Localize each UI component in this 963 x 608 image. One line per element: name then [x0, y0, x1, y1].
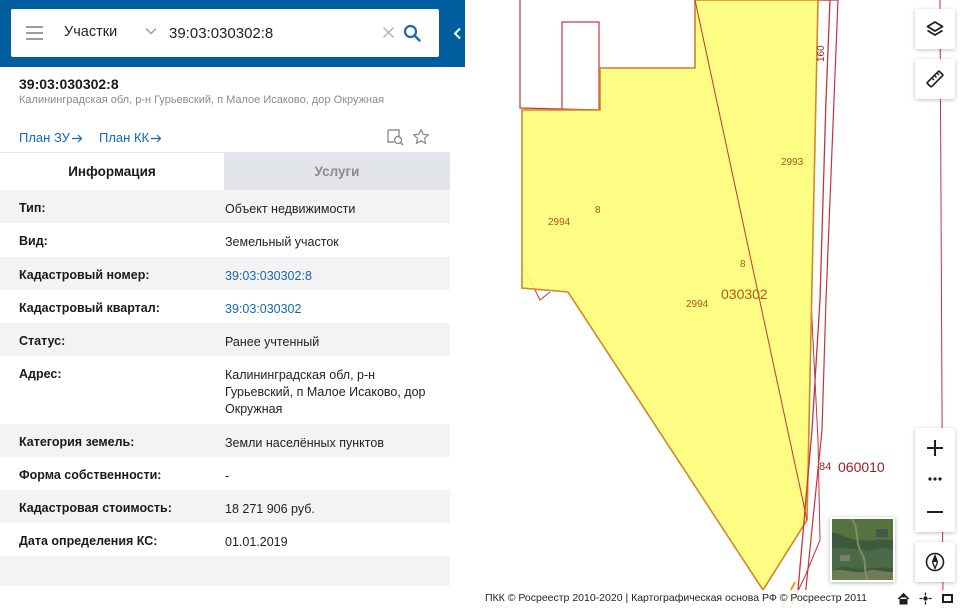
ruler-icon [926, 70, 944, 88]
info-row-ownership: Форма собственности: - [0, 457, 450, 490]
compass-button[interactable] [915, 542, 955, 582]
panel-collapse-button[interactable] [450, 0, 465, 67]
info-label: Кадастровая стоимость: [19, 501, 172, 515]
search-bar: Участки [11, 9, 439, 57]
zoom-in-button[interactable] [915, 428, 955, 468]
satellite-thumbnail [832, 519, 893, 580]
search-input[interactable] [169, 21, 377, 45]
compass-icon [925, 552, 945, 572]
locate-icon[interactable] [919, 592, 932, 605]
info-label: Адрес: [19, 367, 62, 381]
info-label: Вид: [19, 234, 48, 248]
parcel-label-2994: 2994 [548, 217, 571, 228]
arrow-right-icon [151, 134, 162, 143]
tab-services[interactable]: Услуги [224, 153, 450, 191]
zoom-controls [915, 428, 955, 532]
more-icon [928, 477, 942, 481]
object-title: 39:03:030302:8 [19, 76, 119, 92]
layers-icon [926, 21, 944, 36]
selected-parcel [521, 0, 819, 592]
plan-kk-link[interactable]: План КК [99, 130, 162, 145]
info-value: Земельный участок [225, 235, 339, 249]
info-value: Объект недвижимости [225, 202, 356, 216]
chevron-down-icon[interactable] [145, 26, 157, 36]
find-on-map-icon[interactable] [386, 128, 404, 146]
home-icon[interactable] [897, 592, 910, 605]
info-value: - [225, 469, 230, 483]
ruler-button[interactable] [915, 59, 955, 99]
info-row-value-date: Дата определения КС: 01.01.2019 [0, 523, 450, 556]
info-row-status: Статус: Ранее учтенный [0, 323, 450, 356]
info-value: 18 271 906 руб. [225, 502, 315, 516]
plus-icon [927, 440, 943, 456]
parcel-label-2993: 2993 [781, 157, 804, 168]
info-label: Кадастровый номер: [19, 268, 150, 282]
info-row-kind: Вид: Земельный участок [0, 223, 450, 257]
map-view[interactable]: 2993 2994 8 8 2994 030302 160 84 060010 [450, 0, 963, 608]
info-table: Тип: Объект недвижимости Вид: Земельный … [0, 190, 450, 586]
plan-kk-label: План КК [99, 130, 150, 145]
info-label: Дата определения КС: [19, 534, 158, 548]
cadastral-number-link[interactable]: 39:03:030302:8 [225, 268, 440, 285]
info-label: Форма собственности: [19, 468, 162, 482]
info-row-cadastral-value: Кадастровая стоимость: 18 271 906 руб. [0, 490, 450, 523]
plan-zu-link[interactable]: План ЗУ [19, 130, 83, 145]
tab-info[interactable]: Информация [0, 153, 224, 191]
parcel-label-8: 8 [595, 205, 601, 216]
info-row-cadastral-number: Кадастровый номер: 39:03:030302:8 [0, 257, 450, 290]
close-icon[interactable] [382, 26, 395, 39]
info-label: Статус: [19, 334, 66, 348]
basemap-switcher[interactable] [830, 517, 895, 582]
info-row-cadastral-quarter: Кадастровый квартал: 39:03:030302 [0, 290, 450, 323]
layers-button[interactable] [915, 9, 955, 49]
parcel-label-84: 84 [819, 461, 832, 473]
info-value: Калининградская обл, р-н Гурьевский, п М… [225, 368, 426, 416]
menu-icon[interactable] [26, 26, 44, 40]
app-root: Участки 39:03:030302:8 Калининградская о… [0, 0, 963, 608]
info-row-land-category: Категория земель: Земли населённых пункт… [0, 424, 450, 457]
parcel-label-8: 8 [740, 259, 746, 270]
tabs: Информация Услуги [0, 152, 450, 191]
arrow-right-icon [71, 134, 83, 143]
minus-icon [927, 511, 943, 513]
info-row-type: Тип: Объект недвижимости [0, 190, 450, 223]
info-panel: Участки 39:03:030302:8 Калининградская о… [0, 0, 450, 608]
zoom-out-button[interactable] [915, 492, 955, 532]
quarter-label: 030302 [721, 286, 768, 302]
cadastral-quarter-link[interactable]: 39:03:030302 [225, 301, 440, 318]
attribution-text: ПКК © Росреестр 2010-2020 | Картографиче… [485, 592, 867, 604]
info-label: Кадастровый квартал: [19, 301, 160, 315]
info-value: Ранее учтенный [225, 335, 320, 349]
info-label: Категория земель: [19, 435, 135, 449]
info-row-next [0, 556, 450, 586]
parcel-label-2994: 2994 [686, 299, 709, 310]
parcel-label-160: 160 [816, 45, 827, 62]
info-row-address: Адрес: Калининградская обл, р-н Гурьевск… [0, 356, 450, 424]
quarter-label-060010: 060010 [838, 459, 885, 475]
search-header: Участки [0, 0, 450, 67]
chevron-left-icon [453, 27, 461, 40]
more-button[interactable] [915, 470, 955, 490]
object-address: Калининградская обл, р-н Гурьевский, п М… [19, 94, 385, 106]
map-attribution: ПКК © Росреестр 2010-2020 | Картографиче… [450, 590, 963, 608]
fullscreen-icon[interactable] [941, 592, 954, 605]
search-type-select[interactable]: Участки [64, 24, 117, 40]
plan-zu-label: План ЗУ [19, 130, 70, 145]
info-value: Земли населённых пунктов [225, 436, 384, 450]
star-icon[interactable] [412, 128, 430, 146]
search-icon[interactable] [403, 24, 421, 42]
info-value: 01.01.2019 [225, 535, 288, 549]
info-label: Тип: [19, 201, 46, 215]
